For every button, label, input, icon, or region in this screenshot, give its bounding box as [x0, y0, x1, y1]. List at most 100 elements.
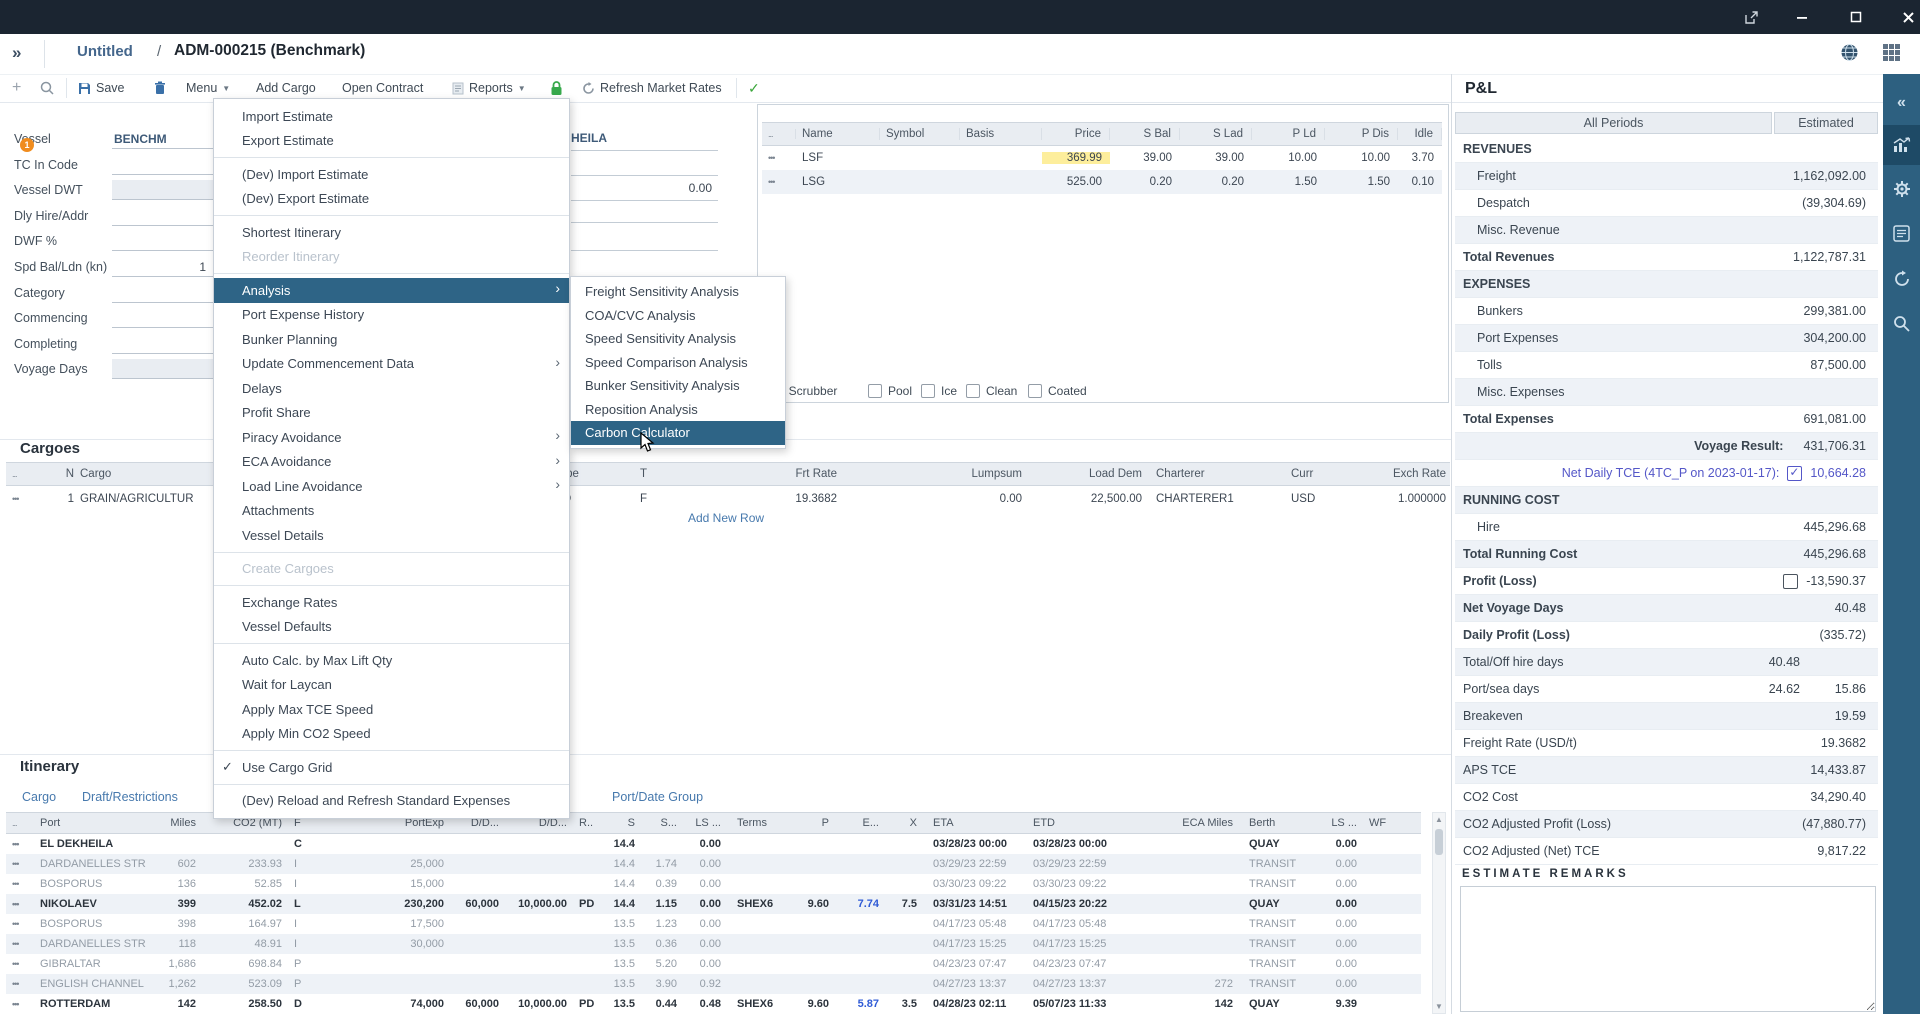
- menu-item-eca-avoidance[interactable]: ECA Avoidance›: [214, 450, 569, 475]
- expand-panel-icon[interactable]: »: [12, 43, 21, 63]
- menu-item-freight-sensitivity-analysis[interactable]: Freight Sensitivity Analysis: [571, 280, 785, 304]
- itinerary-scrollbar[interactable]: ▲ ▼: [1432, 812, 1446, 1014]
- row-actions-icon[interactable]: •••: [6, 959, 34, 969]
- itinerary-row[interactable]: •••DARDANELLES STRAI11848.91I30,00013.50…: [6, 934, 1421, 954]
- menu-item-dev-export-estimate[interactable]: (Dev) Export Estimate: [214, 187, 569, 212]
- search-icon[interactable]: [40, 74, 54, 102]
- itinerary-row[interactable]: •••GIBRALTAR1,686698.84P13.55.200.0004/2…: [6, 954, 1421, 974]
- details-form-icon[interactable]: [1883, 218, 1920, 248]
- estimate-remarks-input[interactable]: [1460, 886, 1876, 1012]
- refresh-market-rates-button[interactable]: Refresh Market Rates: [582, 74, 722, 102]
- popout-icon[interactable]: [1742, 8, 1760, 26]
- menu-item-apply-min-co2-speed[interactable]: Apply Min CO2 Speed: [214, 722, 569, 747]
- close-icon[interactable]: [1899, 8, 1917, 26]
- chart-icon[interactable]: [1883, 130, 1920, 160]
- menu-item-delays[interactable]: Delays: [214, 376, 569, 401]
- pnl-tab-all-periods[interactable]: All Periods: [1455, 112, 1772, 134]
- menu-item-wait-for-laycan[interactable]: Wait for Laycan: [214, 673, 569, 698]
- menu-item-bunker-sensitivity-analysis[interactable]: Bunker Sensitivity Analysis: [571, 374, 785, 398]
- menu-item-apply-max-tce-speed[interactable]: Apply Max TCE Speed: [214, 697, 569, 722]
- ice-checkbox[interactable]: Ice: [921, 384, 957, 398]
- maximize-icon[interactable]: [1847, 8, 1865, 26]
- row-actions-icon[interactable]: •••: [6, 879, 34, 889]
- row-actions-icon[interactable]: •••: [6, 999, 34, 1009]
- scrollbar-thumb[interactable]: [1435, 829, 1443, 855]
- pnl-row-profit-loss: Profit (Loss)-13,590.37: [1455, 568, 1878, 595]
- menu-item-dev-reload-and-refresh-standard-expenses[interactable]: (Dev) Reload and Refresh Standard Expens…: [214, 789, 569, 814]
- scroll-down-icon[interactable]: ▼: [1433, 1002, 1445, 1011]
- menu-item-port-expense-history[interactable]: Port Expense History: [214, 303, 569, 328]
- pnl-tab-estimated[interactable]: Estimated: [1774, 112, 1878, 134]
- row-actions-icon[interactable]: •••: [762, 177, 796, 187]
- globe-icon[interactable]: [1840, 43, 1859, 67]
- pnl-value: 15.86: [1835, 682, 1866, 696]
- row-actions-icon[interactable]: •••: [6, 494, 36, 504]
- itinerary-row[interactable]: •••EL DEKHEILAC14.40.0003/28/23 00:0003/…: [6, 834, 1421, 854]
- itinerary-row[interactable]: •••NIKOLAEV399452.02L230,20060,00010,000…: [6, 894, 1421, 914]
- menu-item-load-line-avoidance[interactable]: Load Line Avoidance›: [214, 474, 569, 499]
- row-actions-icon[interactable]: •••: [6, 859, 34, 869]
- tab-draft-restrictions[interactable]: Draft/Restrictions: [82, 790, 178, 804]
- delete-icon[interactable]: [154, 74, 166, 102]
- clean-checkbox[interactable]: Clean: [966, 384, 1017, 398]
- menu-item-update-commencement-data[interactable]: Update Commencement Data›: [214, 352, 569, 377]
- amount-field[interactable]: 0.00: [602, 181, 712, 195]
- row-actions-icon[interactable]: •••: [6, 839, 34, 849]
- bunker-row[interactable]: •••LSG525.000.200.201.501.500.10: [762, 170, 1442, 194]
- pnl-checkbox[interactable]: [1783, 574, 1798, 589]
- menu-item-analysis[interactable]: Analysis›: [214, 278, 569, 303]
- pnl-row-bunkers: Bunkers299,381.00: [1455, 298, 1878, 325]
- voyage-estimate-window: » Untitled / ADM-000215 (Benchmark) + Sa…: [0, 0, 1920, 1014]
- row-actions-icon[interactable]: •••: [6, 899, 34, 909]
- menu-item-bunker-planning[interactable]: Bunker Planning: [214, 327, 569, 352]
- menu-item-reorder-itinerary: Reorder Itinerary: [214, 245, 569, 270]
- menu-item-shortest-itinerary[interactable]: Shortest Itinerary: [214, 220, 569, 245]
- bunker-row[interactable]: •••LSF369.9939.0039.0010.0010.003.70: [762, 146, 1442, 170]
- gear-icon[interactable]: [1883, 174, 1920, 204]
- itinerary-grid: ...PortMilesCO2 (MT)FPortExpD/D...D/D...…: [6, 812, 1421, 1014]
- tab-cargo[interactable]: Cargo: [22, 790, 56, 804]
- menu-item-vessel-details[interactable]: Vessel Details: [214, 523, 569, 548]
- search-sidebar-icon[interactable]: [1883, 308, 1920, 338]
- row-actions-icon[interactable]: •••: [6, 919, 34, 929]
- refresh-circle-icon[interactable]: [1883, 264, 1920, 294]
- menu-item-profit-share[interactable]: Profit Share: [214, 401, 569, 426]
- pool-checkbox[interactable]: Pool: [868, 384, 912, 398]
- pnl-row-co2-cost: CO2 Cost34,290.40: [1455, 784, 1878, 811]
- menu-item-import-estimate[interactable]: Import Estimate: [214, 104, 569, 129]
- menu-item-reposition-analysis[interactable]: Reposition Analysis: [571, 398, 785, 422]
- itinerary-row[interactable]: •••ROTTERDAM142258.50D74,00060,00010,000…: [6, 994, 1421, 1014]
- pnl-checkbox[interactable]: [1787, 466, 1802, 481]
- minimize-icon[interactable]: [1793, 8, 1811, 26]
- menu-item-dev-import-estimate[interactable]: (Dev) Import Estimate: [214, 162, 569, 187]
- row-actions-icon[interactable]: •••: [6, 979, 34, 989]
- breadcrumb-worksheet[interactable]: Untitled: [77, 43, 133, 60]
- menu-item-piracy-avoidance[interactable]: Piracy Avoidance›: [214, 425, 569, 450]
- pnl-row-aps-tce: APS TCE14,433.87: [1455, 757, 1878, 784]
- row-actions-icon[interactable]: •••: [6, 939, 34, 949]
- pnl-row-freight: Freight1,162,092.00: [1455, 163, 1878, 190]
- itinerary-row[interactable]: •••DARDANELLES STRAI602233.93I25,00014.4…: [6, 854, 1421, 874]
- save-button[interactable]: Save: [78, 74, 125, 102]
- menu-item-exchange-rates[interactable]: Exchange Rates: [214, 590, 569, 615]
- menu-item-vessel-defaults[interactable]: Vessel Defaults: [214, 615, 569, 640]
- scroll-up-icon[interactable]: ▲: [1433, 815, 1445, 824]
- row-actions-icon[interactable]: •••: [762, 153, 796, 163]
- grid-view-icon[interactable]: [1882, 43, 1901, 67]
- add-button[interactable]: +: [12, 74, 21, 102]
- collapse-sidebar-icon[interactable]: «: [1883, 88, 1920, 118]
- menu-item-attachments[interactable]: Attachments: [214, 499, 569, 524]
- tab-port-date-group[interactable]: Port/Date Group: [612, 790, 703, 804]
- menu-item-auto-calc-by-max-lift-qty[interactable]: Auto Calc. by Max Lift Qty: [214, 648, 569, 673]
- itinerary-row[interactable]: •••BOSPORUS13652.85I15,00014.40.390.0003…: [6, 874, 1421, 894]
- add-new-row-link[interactable]: Add New Row: [688, 511, 764, 525]
- itinerary-row[interactable]: •••BOSPORUS398164.97I17,50013.51.230.000…: [6, 914, 1421, 934]
- menu-item-speed-sensitivity-analysis[interactable]: Speed Sensitivity Analysis: [571, 327, 785, 351]
- coated-checkbox[interactable]: Coated: [1028, 384, 1087, 398]
- itinerary-row[interactable]: •••ENGLISH CHANNEL1,262523.09P13.53.900.…: [6, 974, 1421, 994]
- menu-item-speed-comparison-analysis[interactable]: Speed Comparison Analysis: [571, 351, 785, 375]
- menu-item-carbon-calculator[interactable]: Carbon Calculator: [571, 421, 785, 445]
- menu-item-coa-cvc-analysis[interactable]: COA/CVC Analysis: [571, 304, 785, 328]
- menu-item-export-estimate[interactable]: Export Estimate: [214, 129, 569, 154]
- menu-item-use-cargo-grid[interactable]: ✓Use Cargo Grid: [214, 755, 569, 780]
